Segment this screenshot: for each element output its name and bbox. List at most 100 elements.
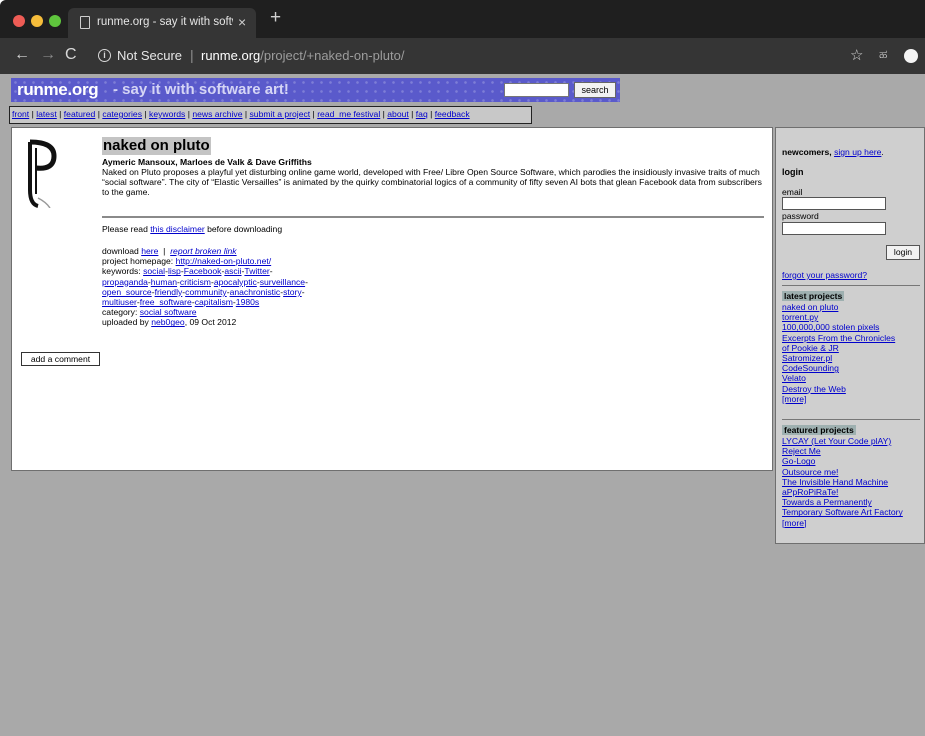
back-button[interactable]: ← (14, 46, 30, 64)
list-item[interactable]: Go-Logo (782, 456, 815, 466)
browser-window: runme.org - say it with software × + ← →… (0, 0, 925, 736)
nav-submit-project[interactable]: submit a project (250, 109, 311, 119)
more-latest-link[interactable]: [more] (782, 394, 806, 404)
password-field[interactable] (782, 222, 886, 235)
login-button[interactable]: login (886, 245, 920, 260)
new-tab-button[interactable]: + (270, 8, 281, 27)
list-item[interactable]: Reject Me (782, 446, 821, 456)
profile-icon[interactable] (904, 49, 918, 63)
email-field[interactable] (782, 197, 886, 210)
nav-feedback[interactable]: feedback (435, 109, 470, 119)
keyword-link[interactable]: surveillance (260, 277, 305, 287)
reload-button[interactable]: C (65, 46, 77, 64)
list-item[interactable]: Velato (782, 373, 806, 383)
disclaimer-link[interactable]: this disclaimer (150, 224, 204, 234)
signup-link[interactable]: sign up here (834, 147, 881, 157)
keyword-link[interactable]: apocalyptic (214, 277, 257, 287)
close-window-button[interactable] (13, 15, 25, 27)
keyword-link[interactable]: social (143, 266, 165, 276)
list-item[interactable]: Outsource me! (782, 467, 838, 477)
nav-news-archive[interactable]: news archive (192, 109, 242, 119)
list-item[interactable]: Excerpts From the Chronicles (782, 333, 895, 343)
keyword-link[interactable]: criticism (180, 277, 211, 287)
site-banner: runme.org - say it with software art! se… (11, 78, 620, 102)
keyword-link[interactable]: free_software (140, 297, 192, 307)
divider (782, 419, 920, 420)
forward-button[interactable]: → (40, 46, 56, 64)
tab-title: runme.org - say it with software (97, 16, 233, 28)
keyword-link[interactable]: open_source (102, 287, 152, 297)
keyword-link[interactable]: human (151, 277, 177, 287)
list-item[interactable]: Destroy the Web (782, 384, 846, 394)
extension-icon[interactable]: ಹ (879, 47, 887, 62)
list-item[interactable]: CodeSounding (782, 363, 839, 373)
list-item[interactable]: of Pookie & JR (782, 343, 839, 353)
report-broken-link[interactable]: report broken link (170, 246, 236, 256)
category-line: category: social software (102, 307, 197, 318)
list-item[interactable]: aPpRoPiRaTe! (782, 487, 838, 497)
divider (782, 285, 920, 286)
project-description: Naked on Pluto proposes a playful yet di… (102, 167, 762, 198)
nav-front[interactable]: front (12, 109, 29, 119)
keyword-link[interactable]: story (283, 287, 302, 297)
nav-about[interactable]: about (387, 109, 409, 119)
keyword-link[interactable]: friendly (155, 287, 183, 297)
category-link[interactable]: social software (140, 307, 197, 317)
nav-faq[interactable]: faq (416, 109, 428, 119)
homepage-link[interactable]: http://naked-on-pluto.net/ (176, 256, 272, 266)
search-button[interactable]: search (574, 82, 616, 98)
list-item[interactable]: torrent.py (782, 312, 818, 322)
more-featured-link[interactable]: [more] (782, 518, 806, 528)
nav-read-me-festival[interactable]: read_me festival (317, 109, 380, 119)
keyword-link[interactable]: capitalism (195, 297, 233, 307)
search-input[interactable] (504, 83, 569, 97)
address-bar[interactable]: runme.org/project/+naked-on-pluto/ (201, 48, 404, 63)
list-item[interactable]: Temporary Software Art Factory (782, 507, 903, 517)
maximize-window-button[interactable] (49, 15, 61, 27)
disclaimer-line: Please read this disclaimer before downl… (102, 224, 283, 234)
info-icon[interactable]: i (98, 49, 111, 62)
document-icon (80, 16, 90, 29)
featured-projects-list: LYCAY (Let Your Code plAY) Reject Me Go-… (782, 436, 924, 528)
uploader-link[interactable]: neb0geo (151, 317, 184, 327)
bookmark-star-icon[interactable]: ☆ (850, 46, 863, 64)
keyword-link[interactable]: anachronistic (230, 287, 281, 297)
download-line: download here | report broken link (102, 246, 237, 256)
keyword-link[interactable]: community (185, 287, 227, 297)
list-item[interactable]: Towards a Permanently (782, 497, 872, 507)
latest-projects-list: naked on pluto torrent.py 100,000,000 st… (782, 302, 924, 404)
keywords-line-4: multiuser-free_software-capitalism-1980s (102, 297, 260, 308)
keyword-link[interactable]: lisp (168, 266, 181, 276)
email-label: email (782, 187, 803, 197)
list-item[interactable]: Satromizer.pl (782, 353, 832, 363)
site-nav: front | latest | featured | categories |… (9, 106, 532, 124)
add-comment-button[interactable]: add a comment (21, 352, 100, 366)
list-item[interactable]: naked on pluto (782, 302, 838, 312)
browser-toolbar: ← → C i Not Secure | runme.org/project/+… (0, 38, 925, 74)
minimize-window-button[interactable] (31, 15, 43, 27)
list-item[interactable]: 100,000,000 stolen pixels (782, 322, 879, 332)
browser-tab[interactable]: runme.org - say it with software × (68, 8, 256, 38)
keyword-link[interactable]: propaganda (102, 277, 148, 287)
list-item[interactable]: LYCAY (Let Your Code plAY) (782, 436, 891, 446)
nav-featured[interactable]: featured (64, 109, 96, 119)
nav-categories[interactable]: categories (102, 109, 142, 119)
keyword-link[interactable]: Facebook (184, 266, 222, 276)
keyword-link[interactable]: ascii (224, 266, 241, 276)
keyword-link[interactable]: multiuser (102, 297, 137, 307)
project-authors: Aymeric Mansoux, Marloes de Valk & Dave … (102, 157, 312, 167)
divider (102, 216, 764, 218)
forgot-password-link[interactable]: forgot your password? (782, 270, 867, 280)
download-link[interactable]: here (141, 246, 158, 256)
security-label[interactable]: Not Secure (117, 48, 182, 63)
site-logo[interactable]: runme.org (17, 80, 99, 100)
keyword-link[interactable]: Twitter (244, 266, 269, 276)
nav-latest[interactable]: latest (36, 109, 57, 119)
nav-keywords[interactable]: keywords (149, 109, 185, 119)
list-item[interactable]: The Invisible Hand Machine (782, 477, 888, 487)
tab-close-icon[interactable]: × (238, 14, 246, 30)
keyword-link[interactable]: 1980s (236, 297, 259, 307)
url-separator: | (190, 47, 194, 63)
keywords-line-1: keywords: social-lisp-Facebook-ascii-Twi… (102, 266, 273, 277)
web-page: runme.org - say it with software art! se… (0, 74, 925, 736)
